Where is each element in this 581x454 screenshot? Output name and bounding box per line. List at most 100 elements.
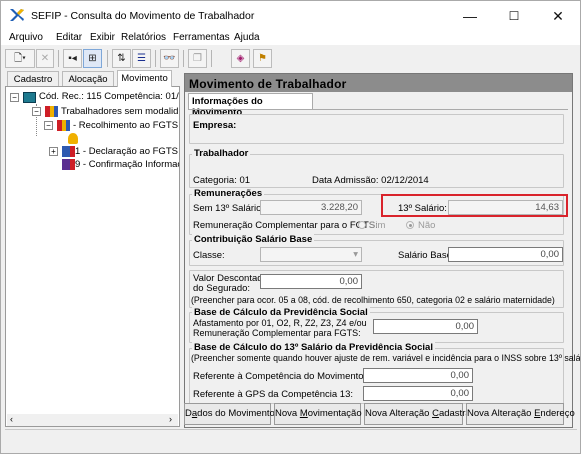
menu-ajuda[interactable]: Ajuda xyxy=(234,32,260,43)
base-13-note: (Preencher somente quando houver ajuste … xyxy=(191,353,581,363)
remuneracoes-group-label: Remunerações xyxy=(192,188,265,199)
expand-toggle-declaracao[interactable]: + xyxy=(49,147,58,156)
valor-descontado-field[interactable]: 0,00 xyxy=(260,274,362,289)
title-bar: SEFIP - Consulta do Movimento de Trabalh… xyxy=(1,1,580,31)
sort-icon[interactable]: ⇅ xyxy=(112,49,131,68)
window-title: SEFIP - Consulta do Movimento de Trabalh… xyxy=(31,10,255,22)
menu-relatorios[interactable]: Relatórios xyxy=(121,32,166,43)
contribuicao-group-label: Contribuição Salário Base xyxy=(192,234,315,245)
base-calculo-label-2: Remuneração Complementar para FGTS: xyxy=(193,328,361,338)
dados-pre: D xyxy=(185,408,192,419)
referente-competencia-field[interactable]: 0,00 xyxy=(363,368,473,383)
sem13-field[interactable]: 3.228,20 xyxy=(260,200,362,215)
base-calculo-field[interactable]: 0,00 xyxy=(373,319,478,334)
toolbar-separator xyxy=(211,50,212,67)
minimize-button[interactable]: — xyxy=(448,1,492,31)
tab-cadastro[interactable]: Cadastro xyxy=(7,71,59,87)
nova-end-post: ndereço xyxy=(540,408,575,419)
classe-label: Classe: xyxy=(193,250,225,261)
person-icon xyxy=(68,133,78,144)
move-left-icon[interactable]: ▪◂ xyxy=(63,49,82,68)
tab-movimento[interactable]: Movimento xyxy=(117,70,172,87)
nova-mov-pre: Nova xyxy=(275,408,300,419)
valor-descontado-label-2: do Segurado: xyxy=(193,283,251,294)
copy-icon[interactable]: ❐ xyxy=(188,49,207,68)
toolbar-separator xyxy=(58,50,59,67)
folder-icon xyxy=(23,92,36,103)
action-button-bar: Dados do Movimento Nova Movimentação Nov… xyxy=(184,403,575,425)
confirmation-book-icon xyxy=(62,159,75,170)
referente-gps-label: Referente à GPS da Competência 13: xyxy=(193,389,354,400)
nova-alteracao-cadastral-button[interactable]: Nova Alteração Cadastral xyxy=(364,403,473,425)
menu-editar[interactable]: Editar xyxy=(56,32,82,43)
trabalhador-group-label: Trabalhador xyxy=(192,148,251,159)
menu-ferramentas[interactable]: Ferramentas xyxy=(173,32,230,43)
find-binoculars-icon[interactable]: 👓 xyxy=(160,49,179,68)
chevron-down-icon: ▾ xyxy=(353,249,358,260)
toolbar-separator xyxy=(155,50,156,67)
nova-mov-ul: M xyxy=(299,408,308,419)
nova-cad-ul: C xyxy=(432,408,439,419)
menu-bar: Arquivo Editar Exibir Relatórios Ferrame… xyxy=(1,31,580,45)
menu-exibir[interactable]: Exibir xyxy=(90,32,115,43)
toolbar-separator xyxy=(107,50,108,67)
scroll-right-icon[interactable]: › xyxy=(169,414,172,424)
nova-movimentacao-button[interactable]: Nova Movimentação xyxy=(274,403,362,425)
toolbar-separator xyxy=(183,50,184,67)
empresa-group xyxy=(189,114,564,144)
horizontal-scrollbar[interactable]: ‹ › xyxy=(7,414,178,426)
nova-end-pre: Nova Alteração xyxy=(467,408,535,419)
status-bar xyxy=(5,429,577,449)
sem13-label: Sem 13º Salário: xyxy=(193,203,265,214)
tree-view-icon[interactable]: ⊞ xyxy=(83,49,102,68)
remuneracao-complementar-label: Remuneração Complementar para o FGTS: xyxy=(193,220,378,231)
data-admissao-text: Data Admissão: 02/12/2014 xyxy=(312,175,429,186)
panel-header: Movimento de Trabalhador xyxy=(185,74,572,92)
base-13-group-label: Base de Cálculo do 13º Salário da Previd… xyxy=(192,342,435,353)
list-icon[interactable]: ☰ xyxy=(132,49,151,68)
nova-cad-pre: Nova Alteração xyxy=(365,408,433,419)
report-icon[interactable]: ◈ xyxy=(231,49,250,68)
tree-node-confirmacao[interactable]: 9 - Confirmação Informaçõe xyxy=(75,159,179,171)
radio-sim-label: Sim xyxy=(369,220,386,231)
declaration-book-icon xyxy=(62,146,75,157)
menu-arquivo[interactable]: Arquivo xyxy=(9,32,43,43)
dados-post: dos do Movimento xyxy=(197,408,275,419)
radio-sim[interactable] xyxy=(358,221,366,229)
navigation-panel: Cadastro Alocação Movimento − Cód. Rec.:… xyxy=(5,70,180,427)
maximize-button[interactable]: ☐ xyxy=(492,1,536,31)
radio-nao-label: Não xyxy=(418,220,436,231)
execute-icon[interactable]: ⚑ xyxy=(253,49,272,68)
highlight-box xyxy=(381,194,568,217)
referente-gps-field[interactable]: 0,00 xyxy=(363,386,473,401)
tree-node-fgts[interactable]: - Recolhimento ao FGTS xyxy=(73,120,178,132)
application-window: SEFIP - Consulta do Movimento de Trabalh… xyxy=(0,0,581,454)
collapse-toggle-fgts[interactable]: − xyxy=(44,121,53,130)
categoria-text: Categoria: 01 xyxy=(193,175,251,186)
sefip-logo-icon xyxy=(10,9,24,21)
delete-icon[interactable]: ✕ xyxy=(36,49,54,68)
tree-node-workers[interactable]: Trabalhadores sem modalid xyxy=(61,106,178,118)
tree-node-root[interactable]: Cód. Rec.: 115 Competência: 01/20 xyxy=(39,91,179,103)
tab-alocacao[interactable]: Alocação xyxy=(62,71,114,87)
nova-mov-post: ovimentação xyxy=(307,408,362,419)
collapse-toggle-workers[interactable]: − xyxy=(32,107,41,116)
nova-alteracao-endereco-button[interactable]: Nova Alteração Endereço xyxy=(466,403,575,425)
scroll-left-icon[interactable]: ‹ xyxy=(10,414,13,424)
workers-book-icon xyxy=(45,106,58,117)
movement-tree: − Cód. Rec.: 115 Competência: 01/20 − Tr… xyxy=(5,86,180,427)
radio-nao[interactable] xyxy=(406,221,414,229)
close-button[interactable]: ✕ xyxy=(536,1,580,31)
tree-node-declaracao[interactable]: 1 - Declaração ao FGTS e - xyxy=(75,146,179,158)
collapse-toggle-root[interactable]: − xyxy=(10,93,19,102)
classe-select[interactable]: ▾ xyxy=(260,247,362,262)
tab-informacoes-movimento[interactable]: Informações do Movimento xyxy=(188,93,313,118)
base-calculo-label-1: Afastamento por 01, O2, R, Z2, Z3, Z4 e/… xyxy=(193,318,367,328)
movement-detail-panel: Movimento de Trabalhador Informações do … xyxy=(184,73,580,428)
valor-descontado-note: (Preencher para ocor. 05 a 08, cód. de r… xyxy=(191,295,555,305)
dados-movimento-button[interactable]: Dados do Movimento xyxy=(184,403,275,425)
salario-base-field[interactable]: 0,00 xyxy=(448,247,563,262)
toolbar: 🗋▾ ✕ ▪◂ ⊞ ⇅ ☰ 👓 ❐ ◈ ⚑ xyxy=(5,48,577,70)
referente-competencia-label: Referente à Competência do Movimento: xyxy=(193,371,367,382)
new-document-icon[interactable]: 🗋▾ xyxy=(5,49,35,68)
